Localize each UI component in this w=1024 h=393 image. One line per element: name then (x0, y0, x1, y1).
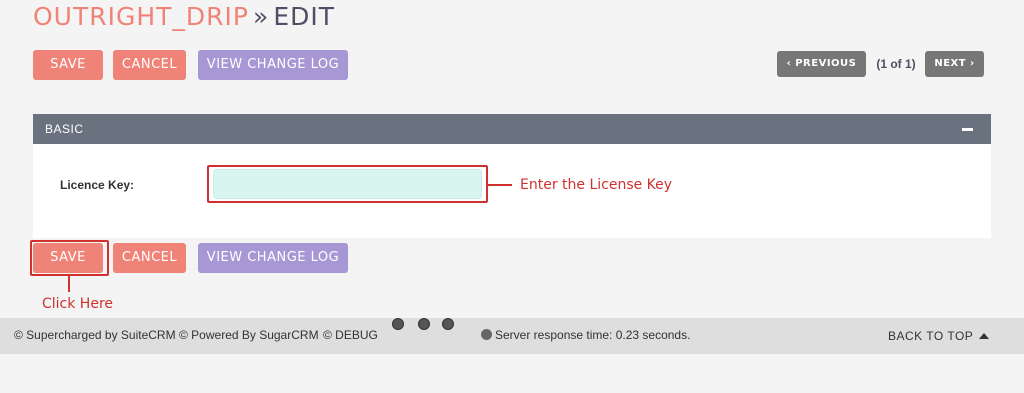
module-name[interactable]: OUTRIGHT_DRIP (33, 2, 249, 31)
previous-button[interactable]: ‹ PREVIOUS (777, 51, 866, 77)
document-icon[interactable] (442, 318, 454, 330)
supercharged-link[interactable]: © Supercharged by SuiteCRM (14, 328, 176, 342)
licence-key-label: Licence Key: (60, 178, 135, 192)
licence-key-input[interactable] (213, 169, 482, 199)
next-button[interactable]: NEXT › (925, 51, 984, 77)
arrow-up-icon[interactable] (979, 333, 989, 339)
panel-header[interactable]: BASIC (33, 114, 991, 144)
back-to-top-link[interactable]: BACK TO TOP (888, 329, 973, 343)
save-button-top[interactable]: SAVE (33, 50, 103, 80)
chevron-right-icon: › (970, 58, 975, 69)
cancel-button-bottom[interactable]: CANCEL (113, 243, 186, 273)
server-response: Server response time: 0.23 seconds. (495, 328, 691, 342)
view-change-log-button-bottom[interactable]: VIEW CHANGE LOG (198, 243, 348, 273)
powered-link[interactable]: © Powered By SugarCRM (179, 328, 319, 342)
page-title: OUTRIGHT_DRIP» EDIT (33, 2, 335, 32)
click-annotation: Click Here (42, 296, 114, 312)
wrench-icon[interactable] (392, 318, 404, 330)
page-action: EDIT (273, 2, 336, 31)
chevron-left-icon: ‹ (786, 58, 792, 69)
footer: © Supercharged by SuiteCRM © Powered By … (0, 318, 1024, 354)
panel-title: BASIC (45, 122, 84, 136)
click-connector (68, 276, 70, 292)
debug-link[interactable]: © DEBUG (323, 328, 378, 342)
pager-count: (1 of 1) (876, 57, 916, 71)
collapse-icon[interactable] (962, 128, 973, 131)
basic-panel: BASIC Licence Key: Enter the License Key (33, 114, 991, 238)
cancel-button-top[interactable]: CANCEL (113, 50, 186, 80)
license-annotation: Enter the License Key (520, 177, 673, 193)
annotation-connector (488, 184, 512, 186)
globe-icon (481, 329, 492, 340)
save-highlight (30, 240, 109, 276)
bug-icon[interactable] (418, 318, 430, 330)
title-separator: » (253, 2, 270, 31)
view-change-log-button-top[interactable]: VIEW CHANGE LOG (198, 50, 348, 80)
